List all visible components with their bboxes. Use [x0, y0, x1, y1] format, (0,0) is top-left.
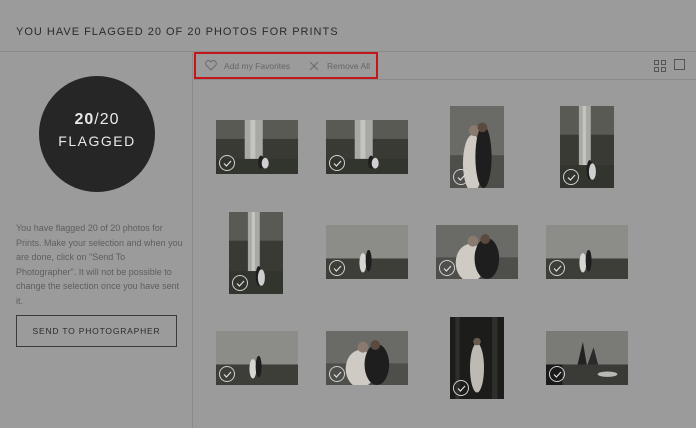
- check-icon[interactable]: [453, 380, 469, 396]
- add-favorites-button[interactable]: Add my Favorites: [204, 52, 290, 79]
- photo-thumbnail[interactable]: [216, 331, 298, 385]
- photo-thumbnail[interactable]: [326, 331, 408, 385]
- photo-thumbnail[interactable]: [560, 106, 614, 188]
- single-view-icon[interactable]: [674, 59, 685, 70]
- check-icon[interactable]: [549, 366, 565, 382]
- photo-thumbnail[interactable]: [450, 317, 504, 399]
- check-icon[interactable]: [439, 260, 455, 276]
- check-icon[interactable]: [219, 366, 235, 382]
- flag-count-number: 20: [74, 111, 95, 128]
- check-icon[interactable]: [219, 155, 235, 171]
- photo-thumbnail[interactable]: [326, 120, 408, 174]
- photo-thumbnail[interactable]: [546, 331, 628, 385]
- page-header: YOU HAVE FLAGGED 20 OF 20 PHOTOS FOR PRI…: [0, 0, 696, 52]
- grid-view-icon[interactable]: [654, 59, 666, 72]
- page-title: YOU HAVE FLAGGED 20 OF 20 PHOTOS FOR PRI…: [16, 26, 339, 38]
- check-icon[interactable]: [453, 169, 469, 185]
- remove-all-button[interactable]: Remove All: [307, 52, 370, 79]
- check-icon[interactable]: [329, 155, 345, 171]
- check-icon[interactable]: [563, 169, 579, 185]
- add-favorites-label: Add my Favorites: [224, 60, 291, 71]
- sidebar-description: You have flagged 20 of 20 photos for Pri…: [16, 223, 183, 306]
- photo-thumbnail[interactable]: [229, 212, 283, 294]
- photo-thumbnail[interactable]: [216, 120, 298, 174]
- check-icon[interactable]: [232, 275, 248, 291]
- close-icon: [307, 59, 321, 73]
- sidebar: 20/20 FLAGGED You have flagged 20 of 20 …: [0, 53, 193, 428]
- photo-thumbnail[interactable]: [546, 225, 628, 279]
- toolbar: Add my Favorites Remove All: [194, 52, 696, 80]
- flag-count-badge: 20/20 FLAGGED: [39, 76, 155, 192]
- check-icon[interactable]: [329, 366, 345, 382]
- flag-count: 20/20: [39, 111, 155, 129]
- check-icon[interactable]: [329, 260, 345, 276]
- check-icon[interactable]: [549, 260, 565, 276]
- flag-label: FLAGGED: [58, 133, 136, 149]
- send-to-photographer-button[interactable]: SEND TO PHOTOGRAPHER: [16, 315, 177, 347]
- photo-thumbnail[interactable]: [436, 225, 518, 279]
- remove-all-label: Remove All: [327, 60, 370, 71]
- photo-thumbnail[interactable]: [326, 225, 408, 279]
- photo-thumbnail[interactable]: [450, 106, 504, 188]
- heart-icon: [204, 59, 218, 73]
- flag-count-total: /20: [94, 111, 120, 128]
